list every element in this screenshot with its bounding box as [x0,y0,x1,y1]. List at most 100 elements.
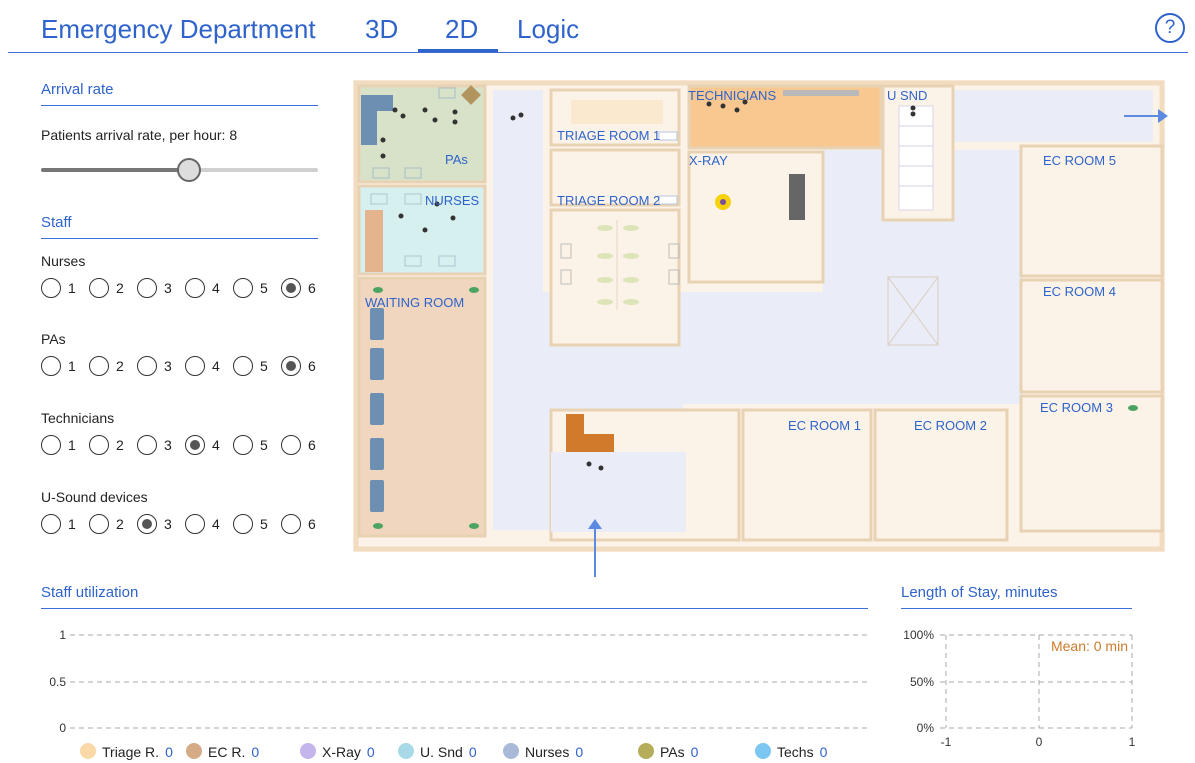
legend-swatch [503,743,519,759]
header-divider [8,52,1188,53]
radio-circle[interactable] [281,356,301,376]
radio-label: 5 [260,516,268,532]
radio-label: 6 [308,280,316,296]
legend-value: 0 [575,744,584,760]
ec-room-3-label: EC ROOM 3 [1040,400,1113,415]
radio-circle[interactable] [89,435,109,455]
radio-label: 2 [116,437,124,453]
radio-circle[interactable] [233,356,253,376]
radio-circle[interactable] [185,356,205,376]
util-y-tick-0: 0 [59,721,66,735]
radio-circle[interactable] [41,356,61,376]
xray-label: X-RAY [689,153,728,168]
app-title: Emergency Department [41,14,316,44]
radio-circle[interactable] [185,514,205,534]
legend-label: Triage R. 0 [102,744,173,760]
radio-circle[interactable] [137,278,157,298]
staff-group-label-u-sound-devices: U-Sound devices [41,489,148,505]
staff-group-label-pas: PAs [41,331,66,347]
radio-circle[interactable] [185,435,205,455]
help-icon[interactable]: ? [1155,13,1185,43]
triage-room-2-label: TRIAGE ROOM 2 [557,193,661,208]
los-divider [901,608,1132,609]
legend-value: 0 [366,744,375,760]
radio-circle[interactable] [89,278,109,298]
tab-3d[interactable]: 3D [365,14,398,45]
radio-circle[interactable] [89,356,109,376]
legend-swatch [755,743,771,759]
radio-label: 2 [116,280,124,296]
radio-circle[interactable] [281,435,301,455]
legend-label: Nurses 0 [525,744,583,760]
legend-swatch [186,743,202,759]
staff-group-label-nurses: Nurses [41,253,86,269]
los-y-tick-50: 50% [910,675,934,689]
radio-circle[interactable] [281,278,301,298]
radio-circle[interactable] [137,435,157,455]
radio-label: 3 [164,437,172,453]
staff-divider [41,238,318,239]
los-y-tick-100: 100% [903,628,934,642]
tab-2d[interactable]: 2D [445,14,478,45]
radio-circle[interactable] [89,514,109,534]
usnd-label: U SND [887,88,928,103]
los-x-tick-0: 0 [1036,735,1043,749]
radio-circle[interactable] [281,514,301,534]
radio-label: 1 [68,437,76,453]
radio-label: 6 [308,516,316,532]
exit-arrow-icon [1124,109,1168,123]
triage-room-1-label: TRIAGE ROOM 1 [557,128,661,143]
radio-label: 1 [68,280,76,296]
ec-room-1-label: EC ROOM 1 [788,418,861,433]
radio-label: 3 [164,358,172,374]
pas-label: PAs [445,152,468,167]
legend-label: Techs 0 [777,744,827,760]
radio-label: 2 [116,358,124,374]
ec-room-3 [1019,394,1164,533]
length-of-stay-title: Length of Stay, minutes [901,584,1058,601]
radio-circle[interactable] [41,435,61,455]
arrival-rate-text: Patients arrival rate, per hour: [41,127,226,143]
radio-circle[interactable] [233,514,253,534]
radio-label: 5 [260,358,268,374]
corridor-top-right [953,90,1153,142]
radio-label: 4 [212,437,220,453]
utilization-divider [41,608,868,609]
legend-name: Nurses [525,744,570,760]
radio-label: 2 [116,516,124,532]
arrival-rate-title: Arrival rate [41,81,114,98]
radio-circle[interactable] [137,514,157,534]
slider-fill [41,168,188,172]
util-y-tick-05: 0.5 [49,675,66,689]
legend-name: EC R. [208,744,246,760]
arrival-rate-label: Patients arrival rate, per hour: 8 [41,127,237,143]
radio-circle[interactable] [137,356,157,376]
staff-utilization-title: Staff utilization [41,584,139,601]
staff-title: Staff [41,214,72,231]
radio-circle[interactable] [185,278,205,298]
legend-label: X-Ray 0 [322,744,375,760]
ec-room-5-label: EC ROOM 5 [1043,153,1116,168]
radio-circle[interactable] [233,435,253,455]
slider-thumb[interactable] [176,158,201,182]
tab-logic[interactable]: Logic [517,14,579,45]
radio-circle[interactable] [41,278,61,298]
arrival-rate-slider[interactable] [41,158,318,182]
legend-value: 0 [819,744,828,760]
legend-value: 0 [468,744,477,760]
length-of-stay-chart: 100% 50% 0% -1 0 1 Mean: 0 min [903,628,1135,749]
radio-circle[interactable] [41,514,61,534]
legend-label: EC R. 0 [208,744,259,760]
radio-circle[interactable] [233,278,253,298]
legend-value: 0 [690,744,699,760]
legend-label: U. Snd 0 [420,744,477,760]
util-y-tick-1: 1 [59,628,66,642]
legend-swatch [638,743,654,759]
radio-label: 5 [260,280,268,296]
waiting-room-label: WAITING ROOM [365,295,465,310]
radio-label: 1 [68,358,76,374]
los-x-tick-neg1: -1 [941,735,952,749]
ec-room-2-label: EC ROOM 2 [914,418,987,433]
triage-beds [549,208,681,347]
legend-name: U. Snd [420,744,463,760]
